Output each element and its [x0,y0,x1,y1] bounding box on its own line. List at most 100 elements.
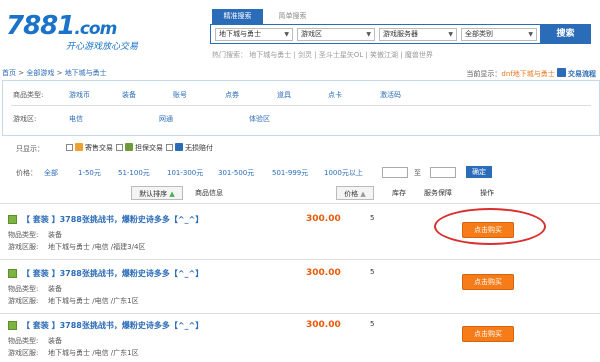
price-label: 价格： [16,169,37,177]
checkbox[interactable] [116,144,123,151]
checkbox[interactable] [166,144,173,151]
chevron-down-icon: ▼ [528,31,533,38]
item-zone-label: 游戏区服: [8,349,39,357]
price-min-input[interactable] [382,167,408,178]
search-bar: 地下城与勇士 ▼ 游戏区 ▼ 游戏服务器 ▼ 全部类别 ▼ [210,24,591,44]
price-option[interactable]: 1000元以上 [324,168,363,178]
product-price: 300.00 [306,320,341,330]
compensation-icon [175,143,183,151]
zone-option[interactable]: 体验区 [249,114,270,124]
product-title-link[interactable]: 【 套装 】3788张挑战书，爆粉史诗多多【^_^】 [22,320,203,331]
category-select[interactable]: 全部类别 ▼ [461,28,537,41]
header-divider [0,203,600,204]
type-option[interactable]: 账号 [173,90,187,100]
only-show-compensation-label: 无损赔付 [185,144,213,152]
hot-searches[interactable]: 热门搜索： 地下城与勇士 | 剑灵 | 圣斗士星矢OL | 笑傲江湖 | 魔兽世… [212,50,433,60]
current-display-prefix: 当前显示： [466,70,502,78]
guarantee-icon [8,321,17,330]
chart-icon [557,68,566,77]
item-type-label: 物品类型: [8,285,39,293]
table-row: 【 套装 】3788张挑战书，爆粉史诗多多【^_^】 300.00 5 物品类型… [0,264,600,312]
type-option[interactable]: 激活码 [380,90,401,100]
price-sort-label: 价格 [344,190,359,198]
region-select[interactable]: 游戏区 ▼ [297,28,375,41]
only-show-compensation[interactable]: 无损赔付 [166,143,213,153]
default-sort-label: 默认排序 [139,190,168,198]
only-show-label: 只显示： [16,145,44,153]
tab-simple-search[interactable]: 简单搜索 [267,9,318,24]
tab-precise-search[interactable]: 精准搜索 [212,9,263,24]
price-option[interactable]: 1-50元 [78,168,101,178]
price-option[interactable]: 501-999元 [272,168,308,178]
server-select[interactable]: 游戏服务器 ▼ [379,28,457,41]
breadcrumb-sep: > [18,69,25,77]
site-logo[interactable]: 7881.com [6,13,117,42]
region-select-value: 游戏区 [301,30,322,38]
type-option[interactable]: 游戏币 [69,90,90,100]
current-display: 当前显示：dnf地下城与勇士 交易流程 [466,68,596,79]
site-slogan: 开心游戏放心交易 [66,42,139,52]
price-option[interactable]: 301-500元 [218,168,254,178]
product-title-link[interactable]: 【 套装 】3788张挑战书，爆粉史诗多多【^_^】 [22,268,203,279]
col-stock: 库存 [392,189,406,197]
type-option[interactable]: 点卡 [328,90,342,100]
filter-divider [11,105,591,106]
price-option[interactable]: 51-100元 [118,168,150,178]
game-select[interactable]: 地下城与勇士 ▼ [215,28,293,41]
price-sort-button[interactable]: 价格 ▲ [336,186,374,200]
price-option[interactable]: 101-300元 [167,168,203,178]
product-stock: 5 [370,320,375,328]
item-zone-label: 游戏区服: [8,297,39,305]
guarantee-icon [125,143,133,151]
category-select-value: 全部类别 [465,30,493,38]
breadcrumb-current-game[interactable]: 地下城与勇士 [65,69,107,77]
search-button[interactable]: 搜索 [540,24,591,44]
col-action: 操作 [480,189,494,197]
col-service: 服务保障 [424,189,452,197]
zone-option[interactable]: 网通 [159,114,173,124]
breadcrumb-all-games[interactable]: 全部游戏 [26,69,54,77]
sort-up-icon: ▲ [169,190,175,198]
default-sort-button[interactable]: 默认排序 ▲ [131,186,183,200]
guarantee-icon [8,269,17,278]
consign-icon [75,143,83,151]
logo-domain: .com [74,19,117,39]
item-type-label: 物品类型: [8,337,39,345]
chevron-down-icon: ▼ [366,31,371,38]
checkbox[interactable] [66,144,73,151]
type-option[interactable]: 点券 [225,90,239,100]
breadcrumb-sep: > [56,69,63,77]
buy-button[interactable]: 点击购买 [462,274,514,290]
chevron-down-icon: ▼ [284,31,289,38]
trade-flow-link[interactable]: 交易流程 [568,70,596,78]
breadcrumb: 首页 > 全部游戏 > 地下城与勇士 [2,68,107,78]
item-type-value: 装备 [48,231,62,239]
item-zone-value: 地下城与勇士 /电信 /福建3/4区 [48,243,146,251]
price-confirm-button[interactable]: 确定 [466,166,492,178]
price-to-label: 至 [414,169,421,177]
only-show-guarantee[interactable]: 担保交易 [116,143,163,153]
type-label: 商品类型: [13,91,44,99]
only-show-consign-label: 寄售交易 [85,144,113,152]
filter-box: 商品类型: 游戏币 装备 账号 点券 道具 点卡 激活码 游戏区: 电信 网通 … [2,80,600,136]
product-price: 300.00 [306,268,341,278]
price-option[interactable]: 全部 [44,168,58,178]
item-type-value: 装备 [48,285,62,293]
buy-button[interactable]: 点击购买 [462,326,514,342]
game-select-value: 地下城与勇士 [219,30,261,38]
zone-option[interactable]: 电信 [69,114,83,124]
table-row: 【 套装 】3788张挑战书，爆粉史诗多多【^_^】 300.00 5 物品类型… [0,316,600,362]
breadcrumb-home[interactable]: 首页 [2,69,16,77]
guarantee-icon [8,215,17,224]
product-stock: 5 [370,214,375,222]
chevron-down-icon: ▼ [448,31,453,38]
price-max-input[interactable] [430,167,456,178]
highlight-circle [434,208,546,245]
product-title-link[interactable]: 【 套装 】3788张挑战书，爆粉史诗多多【^_^】 [22,214,203,225]
product-stock: 5 [370,268,375,276]
type-option[interactable]: 道具 [277,90,291,100]
only-show-consign[interactable]: 寄售交易 [66,143,113,153]
item-zone-label: 游戏区服: [8,243,39,251]
type-option[interactable]: 装备 [122,90,136,100]
item-type-value: 装备 [48,337,62,345]
